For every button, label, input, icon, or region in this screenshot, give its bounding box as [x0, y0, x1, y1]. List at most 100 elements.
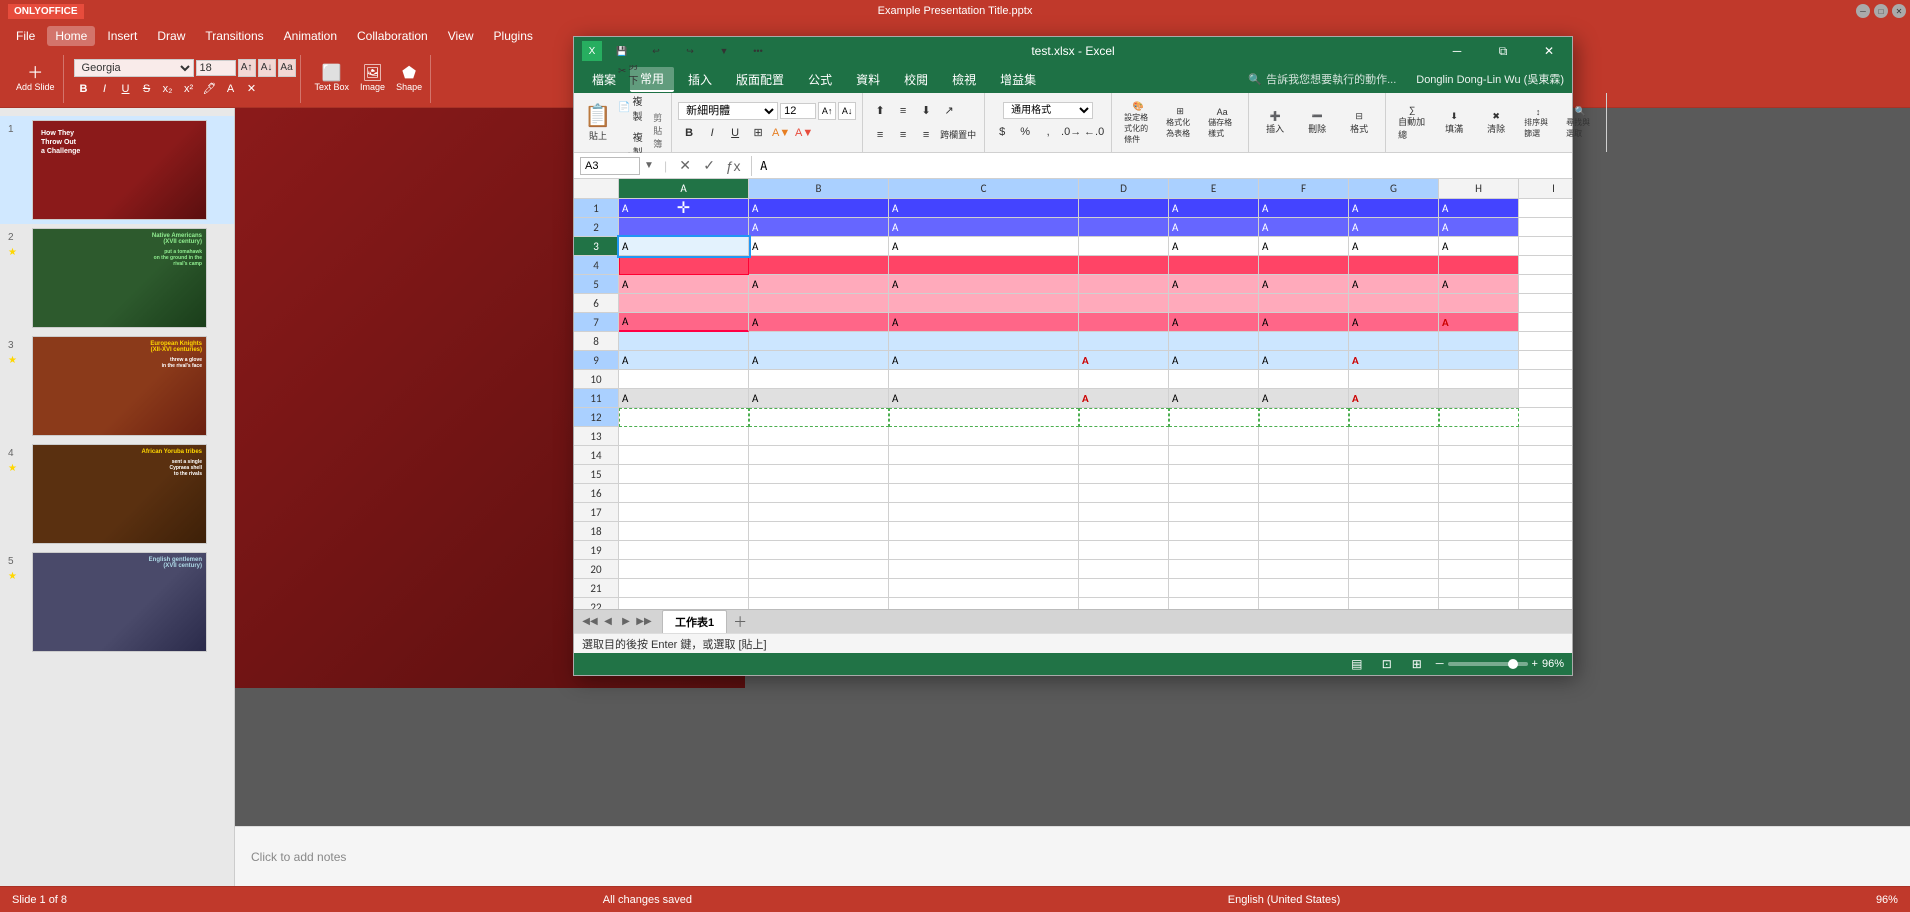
font-name-select[interactable]: Georgia — [74, 59, 194, 77]
strikethrough-button[interactable]: S — [137, 79, 157, 99]
xl-clear-button[interactable]: ✖ 清除 — [1476, 107, 1516, 139]
formula-cancel-button[interactable]: ✕ — [675, 157, 695, 174]
cell-i21[interactable] — [1519, 579, 1572, 598]
cell-f1[interactable]: A — [1259, 199, 1349, 218]
cell-f8[interactable] — [1259, 332, 1349, 351]
row-num-10[interactable]: 10 — [574, 370, 618, 389]
cell-c5[interactable]: A — [889, 275, 1079, 294]
cell-a1[interactable]: A ✛ — [619, 199, 749, 218]
xl-fill-button[interactable]: ⬇ 填滿 — [1434, 107, 1474, 139]
slide-thumb-4[interactable]: 4 ★ African Yoruba tribes sent a single … — [0, 440, 234, 548]
cell-a4[interactable] — [619, 256, 749, 275]
xl-paste-button[interactable]: 📋 貼上 — [584, 101, 612, 144]
cell-e11[interactable]: A — [1169, 389, 1259, 408]
textbox-button[interactable]: ⬜ Text Box — [311, 64, 354, 94]
cell-a6[interactable] — [619, 294, 749, 313]
cell-e16[interactable] — [1169, 484, 1259, 503]
col-header-b[interactable]: B — [749, 179, 889, 198]
cell-f5[interactable]: A — [1259, 275, 1349, 294]
xl-fill-color-button[interactable]: A▼ — [770, 122, 792, 144]
cell-h20[interactable] — [1439, 560, 1519, 579]
cell-g17[interactable] — [1349, 503, 1439, 522]
cell-i16[interactable] — [1519, 484, 1572, 503]
cell-f17[interactable] — [1259, 503, 1349, 522]
cell-a17[interactable] — [619, 503, 749, 522]
cell-c12[interactable] — [889, 408, 1079, 427]
xl-sort-button[interactable]: ↕ 排序與篩選 — [1518, 103, 1558, 143]
cell-b15[interactable] — [749, 465, 889, 484]
cell-b8[interactable] — [749, 332, 889, 351]
cell-reference-input[interactable] — [580, 157, 640, 175]
xl-normal-view-button[interactable]: ▤ — [1346, 655, 1368, 673]
xl-close-button[interactable]: ✕ — [1526, 37, 1572, 65]
cell-e1[interactable]: A — [1169, 199, 1259, 218]
xl-table-format-button[interactable]: ⊞ 格式化為表格 — [1160, 102, 1200, 143]
cell-e8[interactable] — [1169, 332, 1259, 351]
cell-i13[interactable] — [1519, 427, 1572, 446]
cell-c19[interactable] — [889, 541, 1079, 560]
cell-b6[interactable] — [749, 294, 889, 313]
italic-button[interactable]: I — [95, 79, 115, 99]
menu-animation[interactable]: Animation — [276, 26, 345, 46]
cell-c3[interactable]: A — [889, 237, 1079, 256]
cell-a12[interactable] — [619, 408, 749, 427]
formula-confirm-button[interactable]: ✓ — [699, 157, 719, 174]
xl-first-sheet-button[interactable]: ◀◀ — [582, 614, 598, 630]
xl-bold-button[interactable]: B — [678, 122, 700, 144]
cell-b3[interactable]: A — [749, 237, 889, 256]
cell-i9[interactable] — [1519, 351, 1572, 370]
font-size-increase[interactable]: A↑ — [238, 59, 256, 77]
cell-d19[interactable] — [1079, 541, 1169, 560]
cell-a14[interactable] — [619, 446, 749, 465]
xl-zoom-slider[interactable] — [1448, 662, 1528, 666]
cell-c20[interactable] — [889, 560, 1079, 579]
cell-ref-dropdown[interactable]: ▼ — [644, 160, 656, 171]
cell-g14[interactable] — [1349, 446, 1439, 465]
cell-h12[interactable] — [1439, 408, 1519, 427]
row-num-11[interactable]: 11 — [574, 389, 618, 408]
xl-filter-button[interactable]: ▼ — [710, 46, 738, 56]
xl-percent-button[interactable]: % — [1014, 121, 1036, 143]
cell-b11[interactable]: A — [749, 389, 889, 408]
col-header-g[interactable]: G — [1349, 179, 1439, 198]
cell-d18[interactable] — [1079, 522, 1169, 541]
cell-d5[interactable] — [1079, 275, 1169, 294]
xl-italic-button[interactable]: I — [701, 122, 723, 144]
cell-d10[interactable] — [1079, 370, 1169, 389]
cell-f15[interactable] — [1259, 465, 1349, 484]
cell-d2[interactable] — [1079, 218, 1169, 237]
cell-b14[interactable] — [749, 446, 889, 465]
xl-align-center[interactable]: ≡ — [892, 124, 914, 146]
cell-h2[interactable]: A — [1439, 218, 1519, 237]
cell-h7[interactable]: A — [1439, 313, 1519, 332]
cell-b12[interactable] — [749, 408, 889, 427]
clear-format-button[interactable]: ✕ — [242, 79, 262, 99]
cell-d15[interactable] — [1079, 465, 1169, 484]
row-num-21[interactable]: 21 — [574, 579, 618, 598]
cell-b13[interactable] — [749, 427, 889, 446]
xl-currency-button[interactable]: $ — [991, 121, 1013, 143]
col-header-i[interactable]: I — [1519, 179, 1572, 198]
cell-a10[interactable] — [619, 370, 749, 389]
xl-conditional-format-button[interactable]: 🎨 設定格式化的條件 — [1118, 97, 1158, 149]
menu-draw[interactable]: Draw — [149, 26, 193, 46]
xl-number-format-select[interactable]: 通用格式 — [1003, 102, 1093, 119]
xl-zoom-thumb[interactable] — [1508, 659, 1518, 669]
cell-d9[interactable]: A — [1079, 351, 1169, 370]
cell-c8[interactable] — [889, 332, 1079, 351]
cell-g10[interactable] — [1349, 370, 1439, 389]
cell-a22[interactable] — [619, 598, 749, 609]
cell-d4[interactable] — [1079, 256, 1169, 275]
cell-i11[interactable] — [1519, 389, 1572, 408]
cell-i20[interactable] — [1519, 560, 1572, 579]
xl-add-sheet-button[interactable]: ＋ — [729, 611, 751, 633]
row-num-14[interactable]: 14 — [574, 446, 618, 465]
highlight-button[interactable]: 🖊 — [200, 79, 220, 99]
xl-menu-insert[interactable]: 插入 — [678, 68, 722, 91]
cell-c10[interactable] — [889, 370, 1079, 389]
cell-d22[interactable] — [1079, 598, 1169, 609]
cell-c17[interactable] — [889, 503, 1079, 522]
xl-text-angle[interactable]: ↗ — [938, 100, 960, 122]
cell-i14[interactable] — [1519, 446, 1572, 465]
row-num-13[interactable]: 13 — [574, 427, 618, 446]
